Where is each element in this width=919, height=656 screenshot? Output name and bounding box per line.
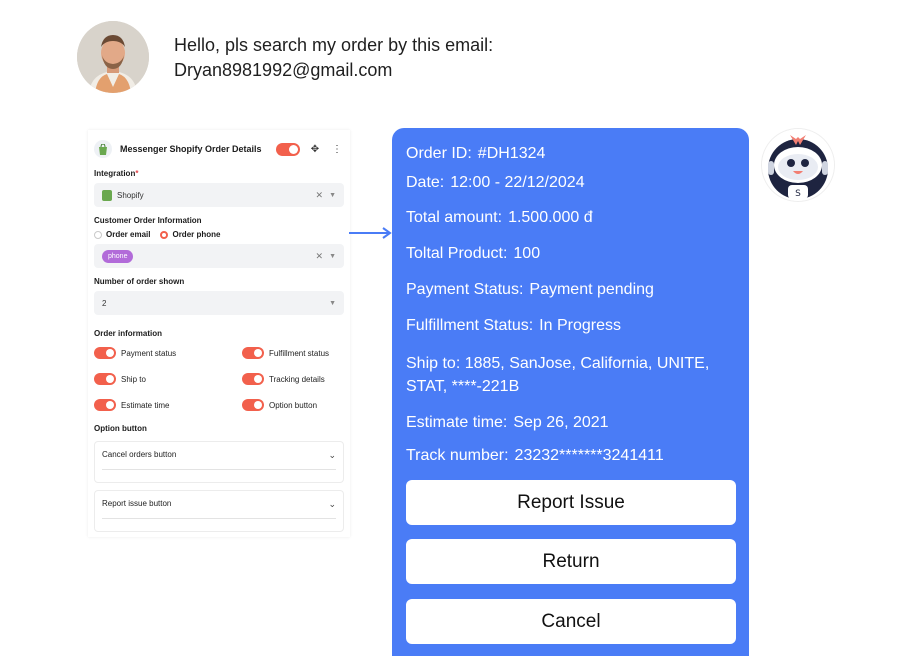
toggle-fulfillment-status[interactable]: Fulfillment status bbox=[242, 347, 342, 359]
required-mark: * bbox=[135, 169, 139, 178]
cancel-button[interactable]: Cancel bbox=[406, 599, 736, 644]
radio-dot-selected bbox=[160, 230, 169, 239]
toggle-tracking-details[interactable]: Tracking details bbox=[242, 373, 342, 385]
ship-to-row: Ship to: 1885, SanJose, California, UNIT… bbox=[406, 355, 710, 395]
total-value: 1.500.000 đ bbox=[508, 209, 593, 226]
radio-group: Order email Order phone bbox=[94, 230, 344, 239]
svg-text:S: S bbox=[795, 189, 801, 199]
return-button[interactable]: Return bbox=[406, 539, 736, 584]
accordion-title: Cancel orders button bbox=[102, 450, 177, 459]
payment-value: Payment pending bbox=[529, 281, 654, 298]
bot-avatar: S bbox=[762, 129, 834, 201]
radio-order-email[interactable]: Order email bbox=[94, 230, 150, 239]
product-key: Toltal Product: bbox=[406, 245, 508, 262]
move-icon[interactable]: ✥ bbox=[308, 144, 322, 155]
payment-status-row: Payment Status: Payment pending bbox=[406, 281, 654, 299]
total-key: Total amount: bbox=[406, 209, 503, 226]
orders-shown-label: Number of order shown bbox=[94, 277, 185, 286]
chat-page: Hello, pls search my order by this email… bbox=[0, 0, 919, 656]
orders-shown-value: 2 bbox=[102, 298, 107, 308]
total-product-row: Toltal Product: 100 bbox=[406, 245, 540, 263]
toggle-payment-status[interactable]: Payment status bbox=[94, 347, 242, 359]
user-avatar bbox=[77, 21, 149, 93]
customer-info-label: Customer Order Information bbox=[94, 216, 202, 225]
radio-label: Order email bbox=[106, 230, 151, 239]
date-key: Date: bbox=[406, 174, 445, 191]
toggle-switch[interactable] bbox=[242, 347, 264, 359]
close-icon[interactable]: ✕ bbox=[316, 251, 324, 262]
toggle-switch[interactable] bbox=[94, 399, 116, 411]
user-message-email: Dryan8981992@gmail.com bbox=[174, 60, 393, 80]
date-value: 12:00 - 22/12/2024 bbox=[450, 174, 585, 191]
chevron-down-icon[interactable]: ▼ bbox=[329, 192, 336, 199]
fulfillment-status-row: Fulfillment Status: In Progress bbox=[406, 317, 621, 335]
panel-enable-toggle[interactable] bbox=[276, 142, 300, 156]
fulfillment-key: Fulfillment Status: bbox=[406, 317, 534, 334]
total-amount-row: Total amount: 1.500.000 đ bbox=[406, 209, 593, 227]
toggle-ship-to[interactable]: Ship to bbox=[94, 373, 242, 385]
order-id-key: Order ID: bbox=[406, 145, 472, 162]
order-details-settings-panel: Messenger Shopify Order Details ✥ ⋮ Inte… bbox=[88, 130, 350, 537]
customer-info-select[interactable]: phone ✕ ▼ bbox=[94, 244, 344, 268]
more-vertical-icon[interactable]: ⋮ bbox=[330, 144, 344, 155]
orders-shown-select[interactable]: 2 ▼ bbox=[94, 291, 344, 315]
estimate-time-row: Estimate time: Sep 26, 2021 bbox=[406, 414, 609, 432]
chevron-down-icon[interactable]: ▼ bbox=[329, 300, 336, 307]
estimate-key: Estimate time: bbox=[406, 414, 508, 431]
toggle-label: Tracking details bbox=[269, 374, 325, 384]
order-details-card: Order ID: #DH1324 Date: 12:00 - 22/12/2024… bbox=[392, 128, 749, 656]
radio-dot bbox=[94, 230, 102, 239]
order-id-row: Order ID: #DH1324 bbox=[406, 145, 545, 163]
track-key: Track number: bbox=[406, 447, 509, 464]
track-number-row: Track number: 23232*******3241411 bbox=[406, 447, 664, 465]
phone-chip[interactable]: phone bbox=[102, 249, 134, 263]
panel-title: Messenger Shopify Order Details bbox=[120, 144, 262, 154]
shopify-bag-icon bbox=[94, 140, 112, 158]
toggle-label: Fulfillment status bbox=[269, 348, 330, 358]
chevron-down-icon[interactable]: ⌄ bbox=[328, 450, 336, 461]
user-message-line: Hello, pls search my order by this email… bbox=[174, 35, 494, 55]
order-id-value: #DH1324 bbox=[477, 145, 546, 162]
integration-label-text: Integration bbox=[94, 169, 136, 178]
accordion-title: Report issue button bbox=[102, 499, 172, 508]
panel-header: Messenger Shopify Order Details ✥ ⋮ bbox=[94, 138, 344, 160]
product-value: 100 bbox=[513, 245, 541, 262]
close-icon[interactable]: ✕ bbox=[316, 190, 324, 201]
radio-label: Order phone bbox=[172, 230, 221, 239]
radio-order-phone[interactable]: Order phone bbox=[160, 230, 220, 239]
order-info-label: Order information bbox=[94, 329, 163, 338]
fulfillment-value: In Progress bbox=[539, 317, 621, 334]
integration-label: Integration* bbox=[94, 169, 344, 178]
order-info-toggles: Payment status Fulfillment status Ship t… bbox=[94, 347, 344, 411]
integration-select[interactable]: Shopify ✕ ▼ bbox=[94, 183, 344, 207]
arrow-right-icon bbox=[349, 227, 392, 239]
toggle-label: Payment status bbox=[121, 348, 177, 358]
estimate-value: Sep 26, 2021 bbox=[513, 414, 609, 431]
chevron-down-icon[interactable]: ⌄ bbox=[328, 499, 336, 510]
toggle-label: Estimate time bbox=[121, 400, 170, 410]
toggle-option-button[interactable]: Option button bbox=[242, 399, 342, 411]
report-issue-button[interactable]: Report Issue bbox=[406, 480, 736, 525]
accordion-cancel-orders[interactable]: Cancel orders button ⌄ bbox=[94, 441, 344, 483]
track-value: 23232*******3241411 bbox=[514, 447, 664, 464]
toggle-estimate-time[interactable]: Estimate time bbox=[94, 399, 242, 411]
shopify-icon bbox=[102, 189, 112, 201]
toggle-label: Option button bbox=[269, 400, 318, 410]
date-row: Date: 12:00 - 22/12/2024 bbox=[406, 174, 585, 192]
toggle-switch[interactable] bbox=[242, 373, 264, 385]
toggle-switch[interactable] bbox=[94, 373, 116, 385]
payment-key: Payment Status: bbox=[406, 281, 524, 298]
toggle-switch[interactable] bbox=[94, 347, 116, 359]
option-button-label: Option button bbox=[94, 424, 147, 433]
user-message: Hello, pls search my order by this email… bbox=[174, 33, 493, 83]
integration-value: Shopify bbox=[117, 190, 144, 200]
chevron-down-icon[interactable]: ▼ bbox=[329, 253, 336, 260]
toggle-switch[interactable] bbox=[242, 399, 264, 411]
accordion-report-issue[interactable]: Report issue button ⌄ bbox=[94, 490, 344, 532]
toggle-label: Ship to bbox=[121, 374, 146, 384]
